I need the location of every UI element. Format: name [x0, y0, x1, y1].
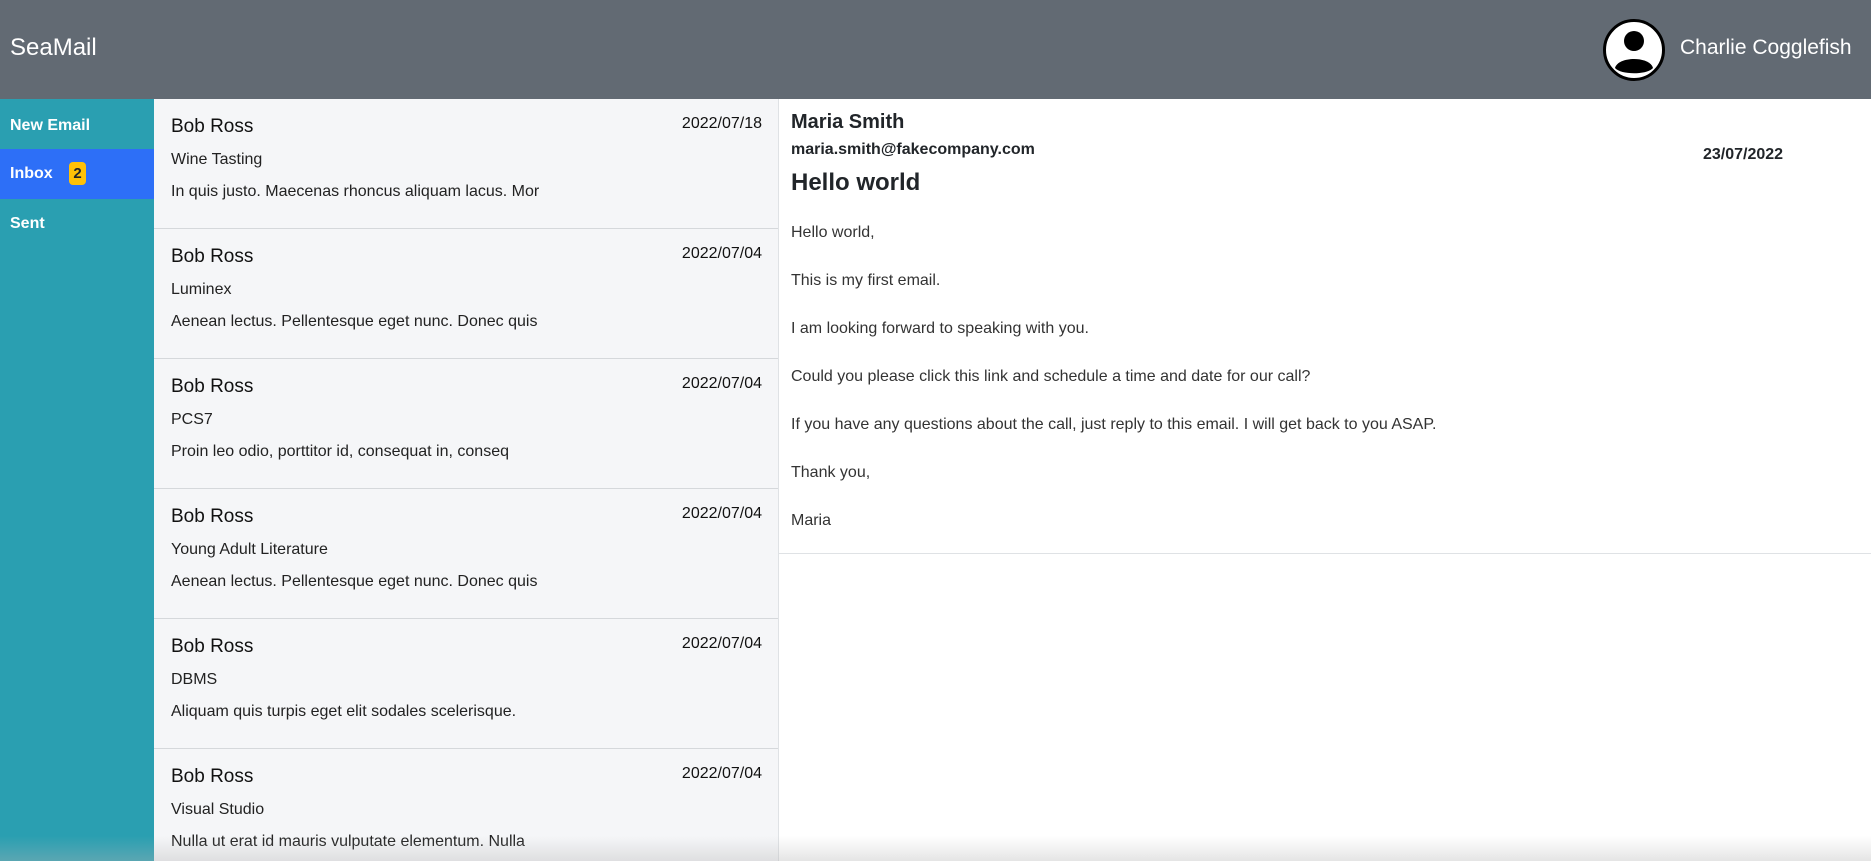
sidebar-item-label: Inbox	[10, 165, 53, 182]
email-snippet: Aenean lectus. Pellentesque eget nunc. D…	[171, 313, 538, 330]
email-body-line: This is my first email.	[791, 272, 941, 289]
email-date: 2022/07/04	[681, 765, 762, 782]
app-title[interactable]: SeaMail	[10, 34, 97, 62]
email-body-line: If you have any questions about the call…	[791, 416, 1437, 433]
user-name[interactable]: Charlie Cogglefish	[1680, 36, 1852, 60]
reader-sender-name: Maria Smith	[791, 111, 905, 133]
email-snippet: Nulla ut erat id mauris vulputate elemen…	[171, 833, 525, 850]
email-reader: Maria Smith maria.smith@fakecompany.com …	[779, 99, 1871, 554]
sidebar: New Email Inbox 2 Sent	[0, 99, 154, 861]
email-sender: Bob Ross	[171, 246, 254, 267]
email-body-line: Maria	[791, 512, 832, 529]
email-subject: Young Adult Literature	[171, 541, 328, 558]
email-date: 2022/07/18	[681, 115, 762, 132]
email-date: 2022/07/04	[681, 375, 762, 392]
email-snippet: In quis justo. Maecenas rhoncus aliquam …	[171, 183, 540, 200]
reader-sender-email[interactable]: maria.smith@fakecompany.com	[791, 141, 1035, 159]
email-subject: DBMS	[171, 671, 218, 688]
email-list-item[interactable]: Bob Ross 2022/07/04 Young Adult Literatu…	[154, 489, 778, 619]
email-sender: Bob Ross	[171, 636, 254, 657]
sidebar-item-new-email[interactable]: New Email	[0, 101, 154, 151]
email-list-item[interactable]: Bob Ross 2022/07/04 Visual Studio Nulla …	[154, 749, 778, 861]
email-subject: PCS7	[171, 411, 213, 428]
email-sender: Bob Ross	[171, 506, 254, 527]
email-snippet: Aliquam quis turpis eget elit sodales sc…	[171, 703, 517, 720]
email-body-line: I am looking forward to speaking with yo…	[791, 320, 1089, 337]
email-list[interactable]: Bob Ross 2022/07/18 Wine Tasting In quis…	[154, 99, 779, 861]
email-body-line[interactable]: Could you please click this link and sch…	[791, 368, 1310, 386]
email-list-item[interactable]: Bob Ross 2022/07/04 PCS7 Proin leo odio,…	[154, 359, 778, 489]
email-body-line: Hello world,	[791, 224, 875, 241]
email-subject: Visual Studio	[171, 801, 265, 818]
email-body-line: Thank you,	[791, 464, 871, 481]
sidebar-item-label: New Email	[10, 117, 91, 134]
top-bar: SeaMail Charlie Cogglefish	[0, 0, 1871, 99]
email-snippet: Aenean lectus. Pellentesque eget nunc. D…	[171, 573, 538, 590]
email-snippet: Proin leo odio, porttitor id, consequat …	[171, 443, 509, 460]
sidebar-item-inbox[interactable]: Inbox 2	[0, 149, 154, 199]
email-list-item[interactable]: Bob Ross 2022/07/04 DBMS Aliquam quis tu…	[154, 619, 778, 749]
email-sender: Bob Ross	[171, 116, 254, 137]
sidebar-item-sent[interactable]: Sent	[0, 199, 154, 249]
email-subject: Wine Tasting	[171, 151, 263, 168]
email-list-item[interactable]: Bob Ross 2022/07/18 Wine Tasting In quis…	[154, 99, 778, 229]
reader-date: 23/07/2022	[1703, 146, 1784, 163]
user-avatar-icon[interactable]	[1603, 19, 1665, 81]
email-subject: Luminex	[171, 281, 232, 298]
unread-count-badge: 2	[69, 162, 86, 185]
email-sender: Bob Ross	[171, 766, 254, 787]
email-list-item[interactable]: Bob Ross 2022/07/04 Luminex Aenean lectu…	[154, 229, 778, 359]
email-date: 2022/07/04	[681, 245, 762, 262]
sidebar-item-label: Sent	[10, 215, 45, 232]
reader-subject: Hello world	[791, 169, 921, 196]
email-date: 2022/07/04	[681, 505, 762, 522]
email-sender: Bob Ross	[171, 376, 254, 397]
email-date: 2022/07/04	[681, 635, 762, 652]
